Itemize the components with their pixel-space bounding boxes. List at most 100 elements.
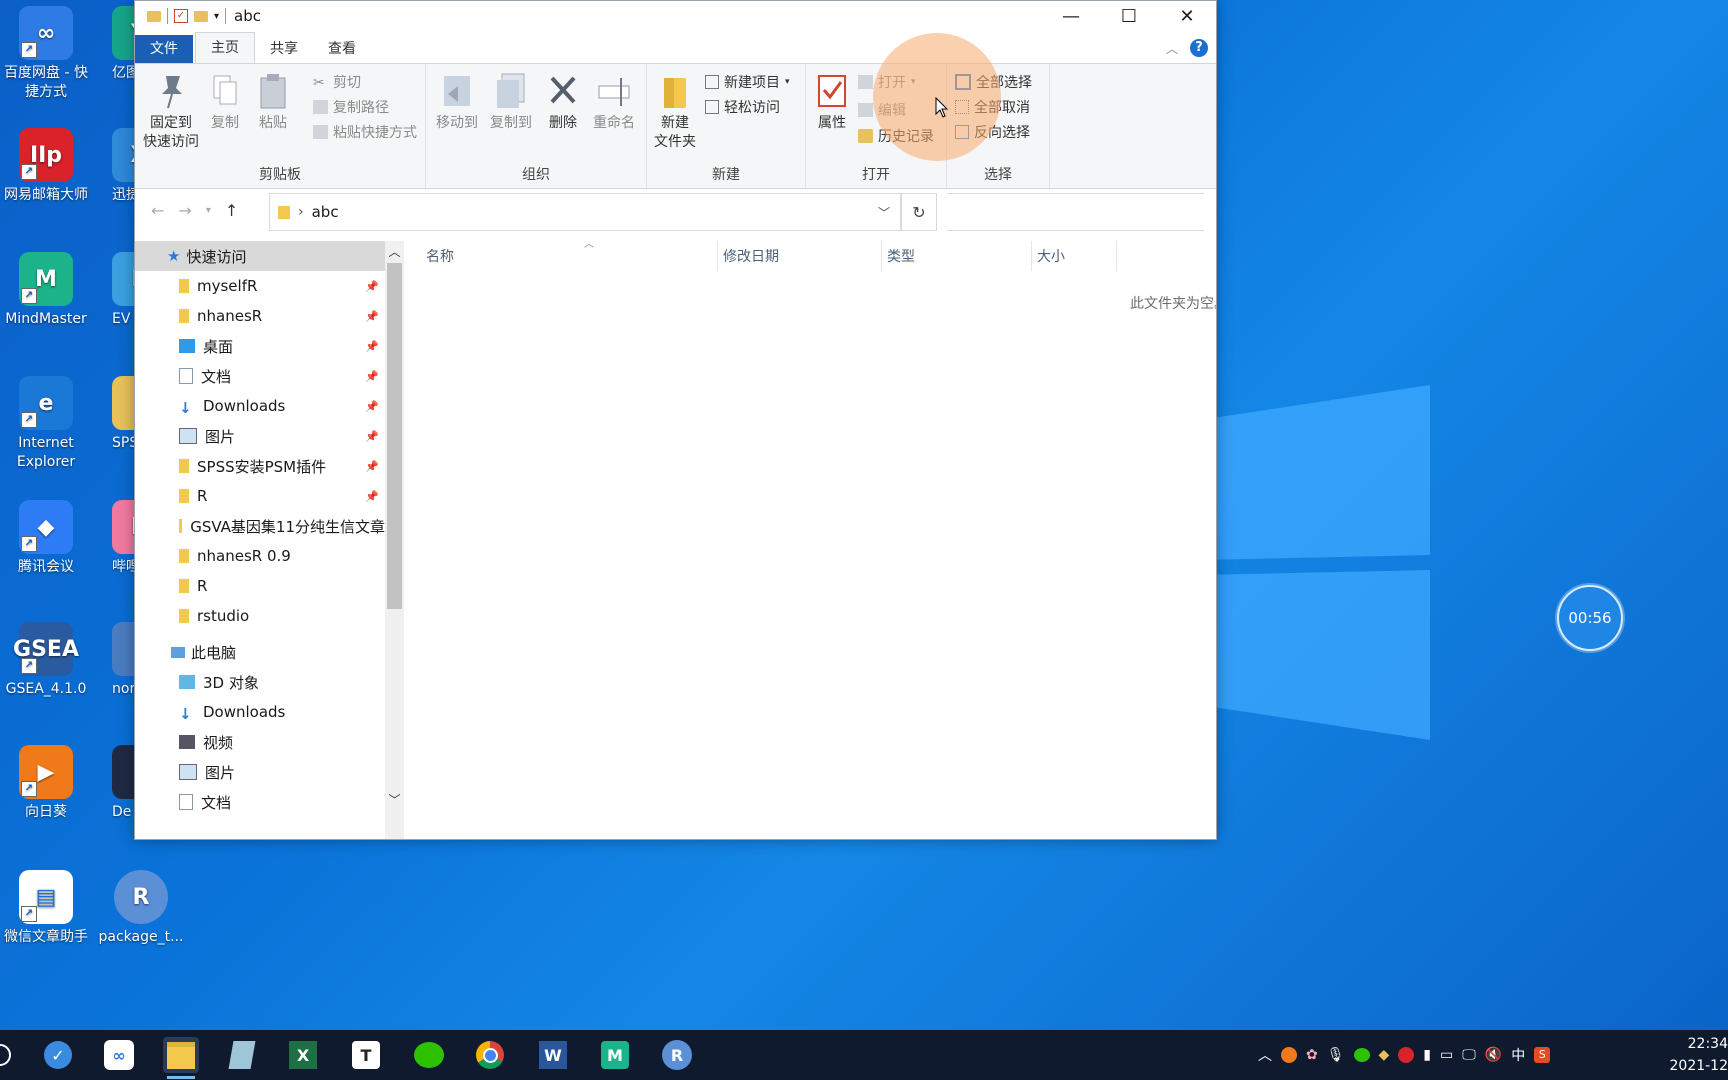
- select-all-button[interactable]: 全部选择: [955, 72, 1032, 92]
- copy-path-button[interactable]: 复制路径: [313, 97, 389, 117]
- history-button[interactable]: 历史记录: [858, 126, 934, 146]
- up-arrow-icon[interactable]: ↑: [225, 201, 238, 220]
- refresh-button[interactable]: ↻: [901, 193, 937, 231]
- tab-share[interactable]: 共享: [255, 35, 313, 63]
- collapse-ribbon-icon[interactable]: ︿: [1166, 40, 1178, 57]
- edit-button[interactable]: 编辑: [858, 100, 906, 120]
- nav-item[interactable]: 视频: [135, 727, 385, 757]
- nav-item[interactable]: 3D 对象: [135, 667, 385, 697]
- maximize-button[interactable]: ☐: [1100, 1, 1158, 31]
- taskbar-app-wechat[interactable]: [411, 1037, 447, 1073]
- taskbar-app-notepad[interactable]: [224, 1037, 260, 1073]
- easy-access-button[interactable]: 轻松访问: [705, 97, 780, 117]
- nav-item[interactable]: SPSS安装PSM插件 📌: [135, 451, 385, 481]
- scroll-thumb[interactable]: [387, 263, 402, 609]
- mail-master-tray-icon[interactable]: [1398, 1047, 1415, 1063]
- taskbar-app-file-explorer[interactable]: [163, 1037, 199, 1079]
- nav-quick-access[interactable]: ★ 快速访问: [135, 241, 385, 271]
- move-to-button[interactable]: 移动到: [432, 72, 482, 133]
- desktop-icon[interactable]: ↗ IIp 网易邮箱大师: [0, 128, 92, 205]
- copy-button[interactable]: 复制: [203, 72, 247, 133]
- desktop-icon[interactable]: ↗ GSEA GSEA_4.1.0: [0, 622, 92, 699]
- taskbar-app-typora[interactable]: T: [348, 1037, 384, 1073]
- help-icon[interactable]: ?: [1190, 39, 1208, 57]
- start-button[interactable]: [0, 1037, 18, 1073]
- taskbar-app-excel[interactable]: X: [285, 1037, 321, 1073]
- recent-locations-chevron-icon[interactable]: ▾: [206, 205, 211, 216]
- taskbar-app-mindmaster[interactable]: M: [597, 1037, 633, 1073]
- pin-quick-access-button[interactable]: 固定到 快速访问: [141, 72, 201, 152]
- nav-item[interactable]: 图片: [135, 757, 385, 787]
- clock[interactable]: 22:34 2021-12: [1668, 1033, 1728, 1077]
- battery-icon[interactable]: ▭: [1440, 1047, 1453, 1063]
- desktop-icon[interactable]: Rpackage_t...: [95, 870, 187, 947]
- taskbar-app-baidu-netdisk[interactable]: ∞: [101, 1037, 137, 1073]
- minimize-button[interactable]: —: [1042, 1, 1100, 31]
- tab-file[interactable]: 文件: [135, 35, 193, 63]
- show-hidden-icons-chevron-icon[interactable]: ︿: [1258, 1045, 1272, 1065]
- new-item-button[interactable]: 新建项目 ▾: [705, 72, 790, 92]
- tab-view[interactable]: 查看: [313, 35, 371, 63]
- ime-indicator[interactable]: 中: [1511, 1045, 1525, 1065]
- nav-item[interactable]: GSVA基因集11分纯生信文章: [135, 511, 385, 541]
- desktop-icon[interactable]: ↗ ▶ 向日葵: [0, 745, 92, 822]
- close-button[interactable]: ✕: [1158, 1, 1216, 31]
- network-icon[interactable]: 🖵: [1462, 1047, 1476, 1063]
- title-bar[interactable]: ✓ ▾ abc — ☐ ✕: [135, 1, 1216, 31]
- volume-muted-icon[interactable]: 🔇: [1485, 1047, 1502, 1063]
- bookmark-tray-icon[interactable]: ▮: [1423, 1047, 1431, 1063]
- copy-to-button[interactable]: 复制到: [484, 72, 538, 133]
- nav-item[interactable]: 文档: [135, 787, 385, 817]
- cat-tray-icon[interactable]: ◆: [1379, 1047, 1390, 1063]
- cut-button[interactable]: ✂ 剪切: [313, 72, 361, 92]
- recording-timer[interactable]: 00:56: [1557, 585, 1623, 651]
- nav-item[interactable]: 图片 📌: [135, 421, 385, 451]
- column-type[interactable]: 类型: [887, 241, 915, 271]
- desktop-icon[interactable]: ↗ ∞ 百度网盘 - 快捷方式: [0, 6, 92, 102]
- nav-item[interactable]: 桌面 📌: [135, 331, 385, 361]
- search-input[interactable]: [947, 193, 1204, 231]
- tab-home[interactable]: 主页: [195, 32, 255, 63]
- file-list[interactable]: ︿ 名称 修改日期 类型 大小 此文件夹为空。: [404, 239, 1216, 839]
- invert-selection-button[interactable]: 反向选择: [955, 122, 1030, 142]
- nav-item[interactable]: rstudio: [135, 601, 385, 631]
- sunlogin-tray-icon[interactable]: [1281, 1047, 1297, 1063]
- taskbar-app-word[interactable]: W: [535, 1037, 571, 1073]
- wechat-tray-icon[interactable]: [1353, 1048, 1370, 1062]
- nav-scrollbar[interactable]: ︿ ﹀: [385, 241, 404, 839]
- rename-button[interactable]: 重命名: [588, 72, 640, 133]
- nav-item[interactable]: ↓ Downloads: [135, 697, 385, 727]
- breadcrumb-separator-icon[interactable]: ›: [298, 204, 304, 220]
- properties-qat-icon[interactable]: ✓: [174, 9, 188, 23]
- desktop-icon[interactable]: ↗ ◆ 腾讯会议: [0, 500, 92, 577]
- nav-this-pc[interactable]: 此电脑: [135, 637, 385, 667]
- properties-button[interactable]: 属性: [810, 72, 854, 133]
- open-button[interactable]: 打开 ▾: [858, 72, 916, 92]
- nav-item[interactable]: R 📌: [135, 481, 385, 511]
- taskbar-app-r[interactable]: R: [659, 1037, 695, 1073]
- nav-item[interactable]: R: [135, 571, 385, 601]
- microphone-icon[interactable]: 🎙: [1327, 1047, 1345, 1063]
- sogou-ime-icon[interactable]: S: [1534, 1047, 1551, 1063]
- desktop-icon[interactable]: ↗ e Internet Explorer: [0, 376, 92, 472]
- breadcrumb[interactable]: abc: [312, 203, 339, 221]
- column-name[interactable]: 名称: [426, 241, 454, 271]
- taskbar-app-vpn[interactable]: ✓: [40, 1037, 76, 1073]
- nav-item[interactable]: myselfR 📌: [135, 271, 385, 301]
- column-size[interactable]: 大小: [1037, 241, 1065, 271]
- select-none-button[interactable]: 全部取消: [955, 97, 1030, 117]
- desktop-icon[interactable]: ↗ ▤ 微信文章助手: [0, 870, 92, 947]
- new-folder-button[interactable]: 新建 文件夹: [649, 72, 701, 152]
- nav-item[interactable]: 文档 📌: [135, 361, 385, 391]
- scroll-down-icon[interactable]: ﹀: [385, 791, 404, 808]
- nav-item[interactable]: nhanesR 📌: [135, 301, 385, 331]
- paste-shortcut-button[interactable]: 粘贴快捷方式: [313, 122, 417, 142]
- desktop-icon[interactable]: ↗ M MindMaster: [0, 252, 92, 329]
- chevron-down-icon[interactable]: ▾: [214, 11, 219, 22]
- nav-item[interactable]: ↓ Downloads 📌: [135, 391, 385, 421]
- column-date-modified[interactable]: 修改日期: [723, 241, 779, 271]
- new-folder-qat-icon[interactable]: [194, 10, 208, 22]
- paste-button[interactable]: 粘贴: [251, 72, 295, 133]
- flower-tray-icon[interactable]: ✿: [1306, 1047, 1318, 1063]
- taskbar-app-chrome[interactable]: [472, 1037, 508, 1073]
